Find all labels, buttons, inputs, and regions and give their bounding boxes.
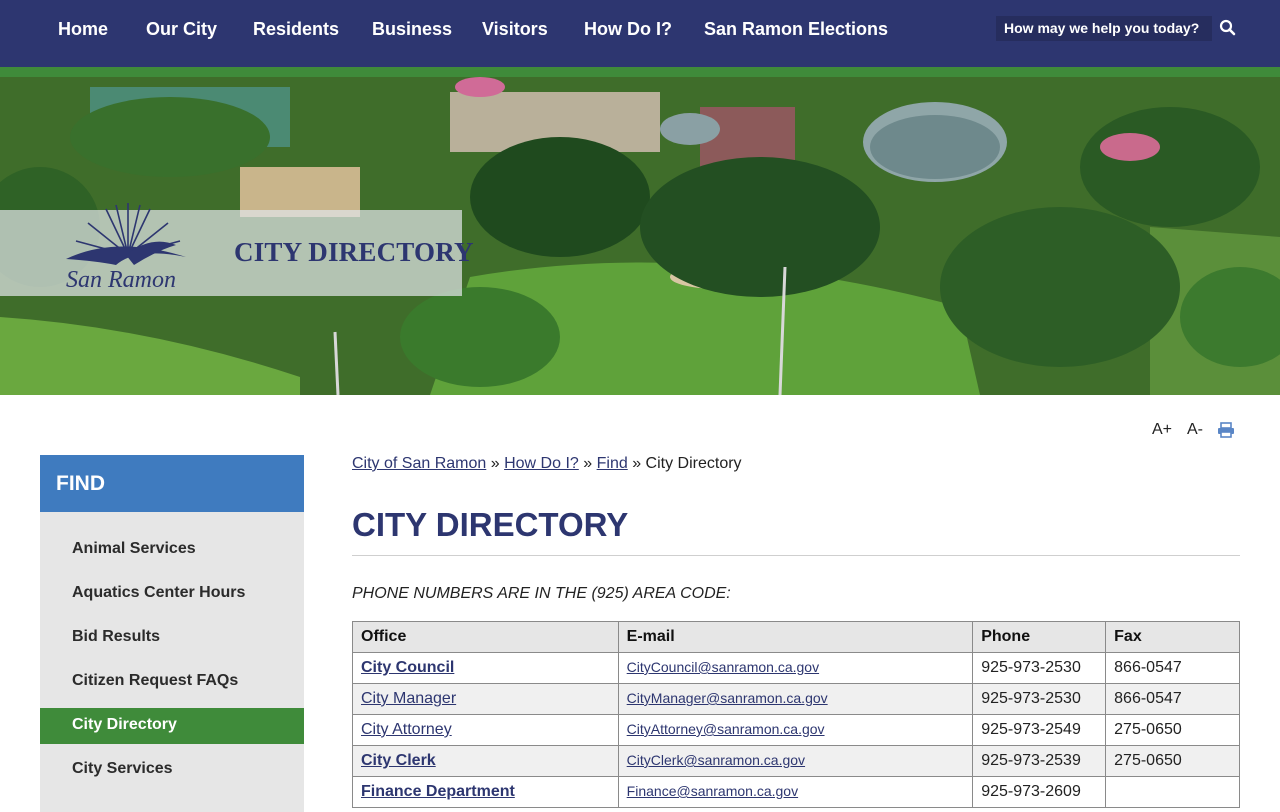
fax-cell: 275-0650	[1105, 745, 1240, 777]
hero-title: CITY DIRECTORY	[234, 237, 474, 267]
phone-cell: 925-973-2609	[972, 776, 1107, 808]
fax-cell: 866-0547	[1105, 652, 1240, 684]
nav-business[interactable]: Business	[372, 19, 452, 40]
nav-how-do-i[interactable]: How Do I?	[584, 19, 672, 40]
print-icon[interactable]	[1217, 422, 1235, 438]
table-header-row: Office E-mail Phone Fax	[352, 621, 1240, 653]
sidebar-item-citizen-request-faqs[interactable]: Citizen Request FAQs	[40, 664, 304, 700]
table-row: City Manager CityManager@sanramon.ca.gov…	[352, 683, 1240, 715]
column-header-fax: Fax	[1105, 621, 1240, 653]
email-link[interactable]: CityCouncil@sanramon.ca.gov	[627, 659, 819, 675]
phone-cell: 925-973-2530	[972, 652, 1107, 684]
sidebar-item-aquatics-center-hours[interactable]: Aquatics Center Hours	[40, 576, 304, 612]
breadcrumb-link-find[interactable]: Find	[597, 455, 628, 472]
nav-home[interactable]: Home	[58, 19, 108, 40]
area-code-note: PHONE NUMBERS ARE IN THE (925) AREA CODE…	[352, 585, 731, 602]
office-link[interactable]: Finance Department	[361, 783, 515, 800]
breadcrumb-separator: »	[583, 455, 593, 472]
search-input[interactable]: How may we help you today?	[996, 16, 1212, 41]
hero-image: San Ramon CITY DIRECTORY	[0, 77, 1280, 395]
page-title: CITY DIRECTORY	[352, 506, 629, 543]
text-size-decrease-button[interactable]: A-	[1187, 421, 1203, 439]
email-link[interactable]: CityManager@sanramon.ca.gov	[627, 690, 828, 706]
fax-cell: 275-0650	[1105, 714, 1240, 746]
email-link[interactable]: CityAttorney@sanramon.ca.gov	[627, 721, 825, 737]
breadcrumb-link-how-do-i[interactable]: How Do I?	[504, 455, 579, 472]
text-size-increase-button[interactable]: A+	[1152, 421, 1172, 439]
nav-visitors[interactable]: Visitors	[482, 19, 548, 40]
phone-cell: 925-973-2549	[972, 714, 1107, 746]
breadcrumb-link-city-of-san-ramon[interactable]: City of San Ramon	[352, 455, 486, 472]
table-row: Finance Department Finance@sanramon.ca.g…	[352, 776, 1240, 808]
fax-cell	[1105, 776, 1240, 808]
phone-cell: 925-973-2530	[972, 683, 1107, 715]
office-link[interactable]: City Council	[361, 659, 454, 676]
office-link[interactable]: City Attorney	[361, 721, 452, 738]
logo-text: San Ramon	[66, 267, 176, 293]
column-header-email: E-mail	[617, 621, 974, 653]
breadcrumb-current: City Directory	[645, 455, 742, 472]
title-divider	[352, 555, 1240, 556]
office-link[interactable]: City Manager	[361, 690, 456, 707]
search-icon[interactable]	[1218, 18, 1238, 38]
top-navigation-bar: Home Our City Residents Business Visitor…	[0, 0, 1280, 67]
sidebar-heading: FIND	[40, 455, 304, 512]
sidebar-item-bid-results[interactable]: Bid Results	[40, 620, 304, 656]
directory-table: Office E-mail Phone Fax City Council Cit…	[352, 621, 1240, 808]
sidebar-item-city-services[interactable]: City Services	[40, 752, 304, 788]
nav-accent-stripe	[0, 67, 1280, 77]
table-row: City Attorney CityAttorney@sanramon.ca.g…	[352, 714, 1240, 746]
table-row: City Clerk CityClerk@sanramon.ca.gov 925…	[352, 745, 1240, 777]
phone-cell: 925-973-2539	[972, 745, 1107, 777]
nav-san-ramon-elections[interactable]: San Ramon Elections	[704, 19, 888, 40]
email-link[interactable]: CityClerk@sanramon.ca.gov	[627, 752, 805, 768]
fax-cell: 866-0547	[1105, 683, 1240, 715]
breadcrumb: City of San Ramon » How Do I? » Find » C…	[352, 455, 742, 473]
email-link[interactable]: Finance@sanramon.ca.gov	[627, 783, 798, 799]
table-row: City Council CityCouncil@sanramon.ca.gov…	[352, 652, 1240, 684]
sidebar-item-city-directory[interactable]: City Directory	[40, 708, 304, 744]
column-header-office: Office	[352, 621, 619, 653]
breadcrumb-separator: »	[490, 455, 500, 472]
office-link[interactable]: City Clerk	[361, 752, 436, 769]
breadcrumb-separator: »	[632, 455, 642, 472]
nav-our-city[interactable]: Our City	[146, 19, 217, 40]
sidebar-item-animal-services[interactable]: Animal Services	[40, 532, 304, 568]
san-ramon-logo: San Ramon	[66, 203, 186, 293]
column-header-phone: Phone	[972, 621, 1107, 653]
nav-residents[interactable]: Residents	[253, 19, 339, 40]
